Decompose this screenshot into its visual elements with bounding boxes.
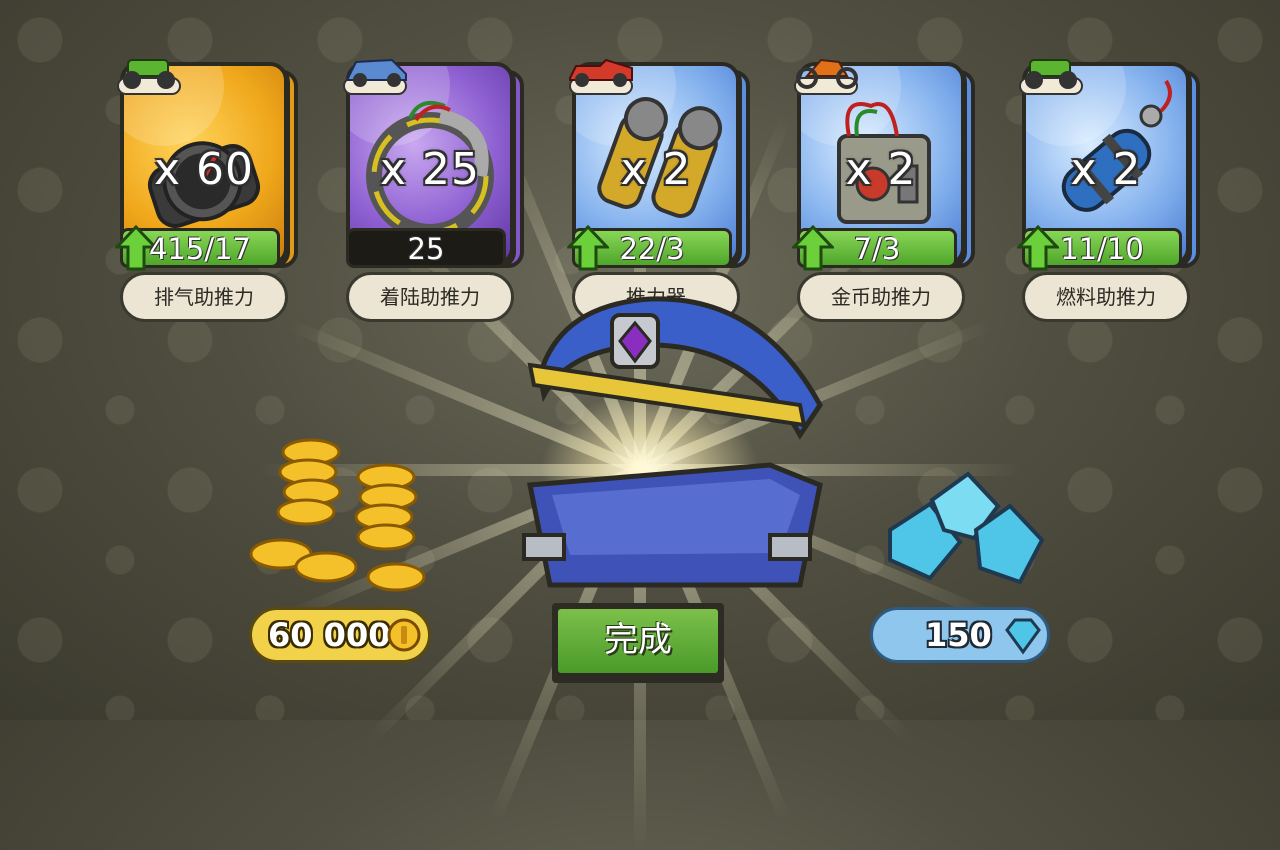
green-buggy-icon — [1019, 59, 1083, 95]
green-buggy-icon — [117, 59, 181, 95]
card-progress-text: 22/3 — [619, 232, 685, 266]
card-progress-bar: 25 — [346, 228, 506, 268]
blue-minicar-icon — [343, 58, 407, 95]
card-progress-text: 11/10 — [1060, 232, 1144, 266]
card-quantity: x 25 — [379, 144, 480, 195]
booster-card-thruster: x 2 22/3 推力器 — [567, 58, 750, 322]
card-quantity: x 2 — [620, 144, 692, 195]
card-label: 排气助推力 — [120, 272, 288, 322]
gem-icon — [1005, 618, 1041, 655]
coin-pile-icon — [249, 438, 426, 592]
done-button[interactable]: 完成 — [552, 603, 724, 683]
booster-card-fuel: x 2 11/10 燃料助推力 — [1017, 59, 1200, 322]
card-progress-bar: 22/3 — [567, 225, 732, 271]
gem-pile-icon — [888, 471, 1045, 585]
card-progress-text: 415/17 — [148, 232, 252, 266]
card-progress-text: 7/3 — [853, 232, 901, 266]
motocross-bike-icon — [794, 58, 858, 95]
card-progress-bar: 415/17 — [115, 225, 280, 271]
gem-reward-value: 150 — [925, 616, 992, 654]
red-convertible-icon — [569, 58, 633, 95]
done-button-label: 完成 — [558, 609, 718, 673]
coin-reward-pill: 60 000 — [249, 607, 431, 663]
booster-card-exhaust: x 60 415/17 排气助推力 — [115, 59, 298, 322]
treasure-chest-icon — [522, 296, 823, 588]
card-progress-bar: 11/10 — [1017, 225, 1182, 271]
card-quantity: x 2 — [1070, 144, 1142, 195]
card-label: 着陆助推力 — [346, 272, 514, 322]
coin-reward-value: 60 000 — [268, 616, 391, 654]
card-progress-bar: 7/3 — [792, 225, 957, 271]
card-quantity: x 60 — [153, 144, 254, 195]
coin-icon — [387, 618, 421, 652]
card-quantity: x 2 — [845, 144, 917, 195]
card-progress-text: 25 — [407, 232, 445, 266]
gem-reward-pill: 150 — [870, 607, 1050, 663]
booster-card-coin: x 2 7/3 金币助推力 — [792, 58, 975, 322]
booster-card-landing: x 25 25 着陆助推力 — [343, 58, 524, 322]
card-label: 燃料助推力 — [1022, 272, 1190, 322]
